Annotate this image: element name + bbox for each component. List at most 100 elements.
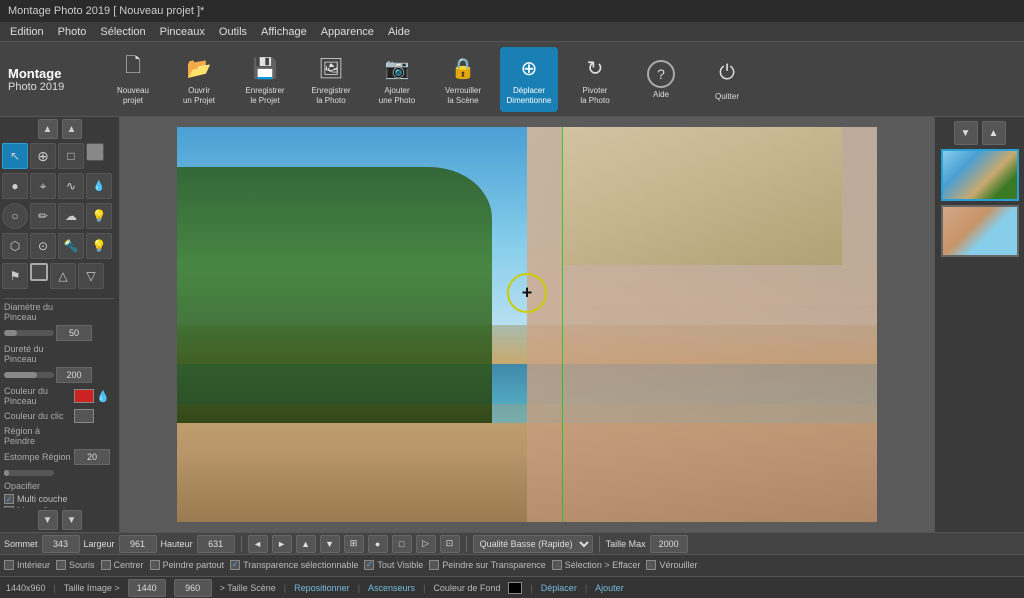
taille-max-input[interactable] <box>650 535 688 553</box>
bulb-tool-btn[interactable]: 💡 <box>86 203 112 229</box>
toolbar-nouveau-btn[interactable]: 🗋 Nouveauprojet <box>104 47 162 112</box>
thumbnail-2[interactable] <box>941 205 1019 257</box>
tri-tool-btn[interactable]: ▽ <box>78 263 104 289</box>
menu-apparence[interactable]: Apparence <box>315 25 380 39</box>
nav-right-btn[interactable]: ► <box>272 535 292 553</box>
ajouter-status-btn[interactable]: Ajouter <box>595 583 624 593</box>
canvas-area[interactable]: + <box>120 117 934 532</box>
deplacer-status-btn[interactable]: Déplacer <box>541 583 577 593</box>
brush-tool-btn[interactable]: ● <box>2 173 28 199</box>
prop-opacifier: Opacifier <box>4 481 115 491</box>
toolbar-enregistrer-projet-btn[interactable]: 💾 Enregistrerle Projet <box>236 47 294 112</box>
menu-pinceaux[interactable]: Pinceaux <box>154 25 211 39</box>
souris-checkbox[interactable] <box>56 560 66 570</box>
rect-tool-btn[interactable]: □ <box>58 143 84 169</box>
centrer-checkbox[interactable] <box>101 560 111 570</box>
menu-photo[interactable]: Photo <box>52 25 93 39</box>
circle-btn[interactable]: ● <box>368 535 388 553</box>
move-tool-btn[interactable]: ⊕ <box>30 143 56 169</box>
toolbar-deplacer-btn[interactable]: ⊕ DéplacerDimentionne <box>500 47 558 112</box>
menu-edition[interactable]: Edition <box>4 25 50 39</box>
interieur-checkbox[interactable] <box>4 560 14 570</box>
rect-btn[interactable]: □ <box>392 535 412 553</box>
estompe-slider[interactable] <box>4 470 54 476</box>
peindre-label: Peindre partout <box>163 560 225 570</box>
peindrertransp-checkbox[interactable] <box>429 560 439 570</box>
grid-btn[interactable]: ⊡ <box>440 535 460 553</box>
nav-up-btn[interactable]: ▲ <box>296 535 316 553</box>
light-tool-btn[interactable]: 💡 <box>86 233 112 259</box>
scroll-up-btn[interactable]: ▲ <box>38 119 58 139</box>
sep1 <box>241 536 242 552</box>
tools-row3: ○ ✏ ☁ 💡 <box>0 201 119 231</box>
hauteur-input[interactable] <box>197 535 235 553</box>
pen-tool-btn[interactable]: ✏ <box>30 203 56 229</box>
multi-couche-checkbox[interactable] <box>4 494 14 504</box>
thumb-nav-down-btn[interactable]: ▼ <box>954 121 978 145</box>
menu-bar: Edition Photo Sélection Pinceaux Outils … <box>0 22 1024 42</box>
couleur-pinceau-swatch[interactable] <box>74 389 94 403</box>
couleur-fond-label: Couleur de Fond <box>433 583 500 593</box>
menu-aide[interactable]: Aide <box>382 25 416 39</box>
lightbulb-tool-btn[interactable]: △ <box>50 263 76 289</box>
toolbar-quitter-btn[interactable]: ⏻ Quitter <box>698 47 756 112</box>
thumbnail-1[interactable] <box>941 149 1019 201</box>
qualite-select[interactable]: Qualité Basse (Rapide) Qualité Haute <box>473 535 593 553</box>
transparence-checkbox[interactable] <box>230 560 240 570</box>
rect2-tool-btn[interactable] <box>30 263 48 281</box>
play-btn[interactable]: ▷ <box>416 535 436 553</box>
couleur-fond-swatch[interactable] <box>508 582 522 594</box>
repositionner-btn[interactable]: Repositionner <box>294 583 350 593</box>
toolbar-quitter-label: Quitter <box>715 92 739 101</box>
toutvisible-checkbox[interactable] <box>364 560 374 570</box>
durete-input[interactable] <box>56 367 92 383</box>
durete-slider[interactable] <box>4 372 54 378</box>
menu-selection[interactable]: Sélection <box>94 25 151 39</box>
toolbar-ajouter-photo-btn[interactable]: 📷 Ajouterune Photo <box>368 47 426 112</box>
eyedrop-icon[interactable]: 💧 <box>96 390 110 403</box>
lasso-tool-btn[interactable]: ∿ <box>58 173 84 199</box>
largeur-input[interactable] <box>119 535 157 553</box>
polygon-tool-btn[interactable]: ⬡ <box>2 233 28 259</box>
bulb2-tool-btn[interactable]: 🔦 <box>58 233 84 259</box>
hair-overlay <box>562 127 842 265</box>
wand-tool-btn[interactable]: ⚑ <box>2 263 28 289</box>
ascenseurs-btn[interactable]: Ascenseurs <box>368 583 415 593</box>
menu-affichage[interactable]: Affichage <box>255 25 313 39</box>
toolbar-ouvrir-btn[interactable]: 📂 Ouvrirun Projet <box>170 47 228 112</box>
menu-outils[interactable]: Outils <box>213 25 253 39</box>
diametre-slider[interactable] <box>4 330 54 336</box>
peindrertransp-label: Peindre sur Transparence <box>442 560 546 570</box>
eraser-tool-btn[interactable] <box>86 143 104 161</box>
circle-tool-btn[interactable]: ○ <box>2 203 28 229</box>
toolbar-aide-btn[interactable]: ? Aide <box>632 47 690 112</box>
select-tool-btn[interactable]: ↖ <box>2 143 28 169</box>
verouiller-checkbox[interactable] <box>646 560 656 570</box>
couleur-clic-swatch[interactable] <box>74 409 94 423</box>
taille-w-input[interactable] <box>128 579 166 597</box>
toolbar-enregistrer-photo-btn[interactable]: 🖼 Enregistrerla Photo <box>302 47 360 112</box>
toolbar-verrouiller-btn[interactable]: 🔒 Verrouillerla Scène <box>434 47 492 112</box>
stamp-tool-btn[interactable]: ⊙ <box>30 233 56 259</box>
peindre-checkbox[interactable] <box>150 560 160 570</box>
ouvrir-icon: 📂 <box>183 52 215 84</box>
fit-btn[interactable]: ⊞ <box>344 535 364 553</box>
nav-left-btn[interactable]: ◄ <box>248 535 268 553</box>
nav-down-btn[interactable]: ▼ <box>320 535 340 553</box>
selectioneffacer-checkbox[interactable] <box>552 560 562 570</box>
scroll-down2-btn[interactable]: ▼ <box>62 510 82 530</box>
sommet-input[interactable] <box>42 535 80 553</box>
canvas-image[interactable]: + <box>177 127 877 522</box>
scroll-up2-btn[interactable]: ▲ <box>62 119 82 139</box>
cloud-tool-btn[interactable]: ☁ <box>58 203 84 229</box>
toolbar-deplacer-label: DéplacerDimentionne <box>507 86 552 105</box>
eyedrop-tool-btn[interactable]: 💧 <box>86 173 112 199</box>
scroll-down-btn[interactable]: ▼ <box>38 510 58 530</box>
toolbar-pivoter-btn[interactable]: ↻ Pivoterla Photo <box>566 47 624 112</box>
clone-tool-btn[interactable]: ⌖ <box>30 173 56 199</box>
diametre-input[interactable] <box>56 325 92 341</box>
thumb-nav-up-btn[interactable]: ▲ <box>982 121 1006 145</box>
taille-h-input[interactable] <box>174 579 212 597</box>
prop-diametre: Diamètre du Pinceau <box>4 302 115 322</box>
estompe-input[interactable] <box>74 449 110 465</box>
